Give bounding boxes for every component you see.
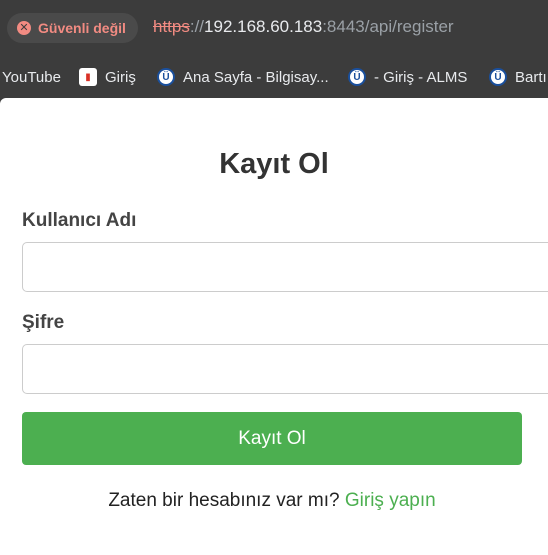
- document-icon: ▮: [79, 68, 97, 86]
- password-label: Şifre: [22, 312, 65, 333]
- url-separator: ://: [189, 17, 205, 36]
- page-title: Kayıt Ol: [219, 148, 329, 180]
- bookmark-label: - Giriş - ALMS: [374, 68, 468, 86]
- url-scheme: https: [153, 17, 190, 36]
- password-input[interactable]: [22, 344, 548, 394]
- url-path: :8443/api/register: [322, 17, 454, 36]
- login-prompt: Zaten bir hesabınız var mı? Giriş yapın: [0, 490, 544, 512]
- address-bar[interactable]: https://192.168.60.183:8443/api/register: [153, 17, 454, 37]
- bookmark-label: Giriş: [105, 68, 136, 86]
- security-indicator[interactable]: ✕ Güvenli değil: [7, 13, 138, 43]
- security-label: Güvenli değil: [38, 20, 126, 36]
- register-button[interactable]: Kayıt Ol: [22, 412, 522, 465]
- university-logo-icon: Ü: [489, 68, 507, 86]
- login-link[interactable]: Giriş yapın: [345, 490, 436, 511]
- bookmark-label: Ana Sayfa - Bilgisay...: [183, 68, 329, 86]
- username-label: Kullanıcı Adı: [22, 210, 137, 231]
- not-secure-icon: ✕: [17, 21, 31, 35]
- bookmark-ana-sayfa[interactable]: Ü Ana Sayfa - Bilgisay...: [157, 56, 329, 98]
- bookmark-giris[interactable]: ▮ Giriş: [79, 56, 136, 98]
- register-page: Kayıt Ol Kullanıcı Adı Şifre Kayıt Ol Za…: [0, 98, 548, 555]
- bookmark-label: Bartı: [515, 68, 547, 86]
- bookmark-barti[interactable]: Ü Bartı: [489, 56, 547, 98]
- username-input[interactable]: [22, 242, 548, 292]
- university-logo-icon: Ü: [348, 68, 366, 86]
- bookmark-youtube[interactable]: YouTube: [2, 56, 61, 98]
- url-host: 192.168.60.183: [204, 17, 323, 36]
- browser-toolbar: ✕ Güvenli değil https://192.168.60.183:8…: [0, 0, 548, 56]
- bookmark-alms[interactable]: Ü - Giriş - ALMS: [348, 56, 467, 98]
- login-prompt-text: Zaten bir hesabınız var mı?: [108, 490, 340, 511]
- bookmarks-bar: YouTube ▮ Giriş Ü Ana Sayfa - Bilgisay..…: [0, 56, 548, 98]
- bookmark-label: YouTube: [2, 68, 61, 86]
- university-logo-icon: Ü: [157, 68, 175, 86]
